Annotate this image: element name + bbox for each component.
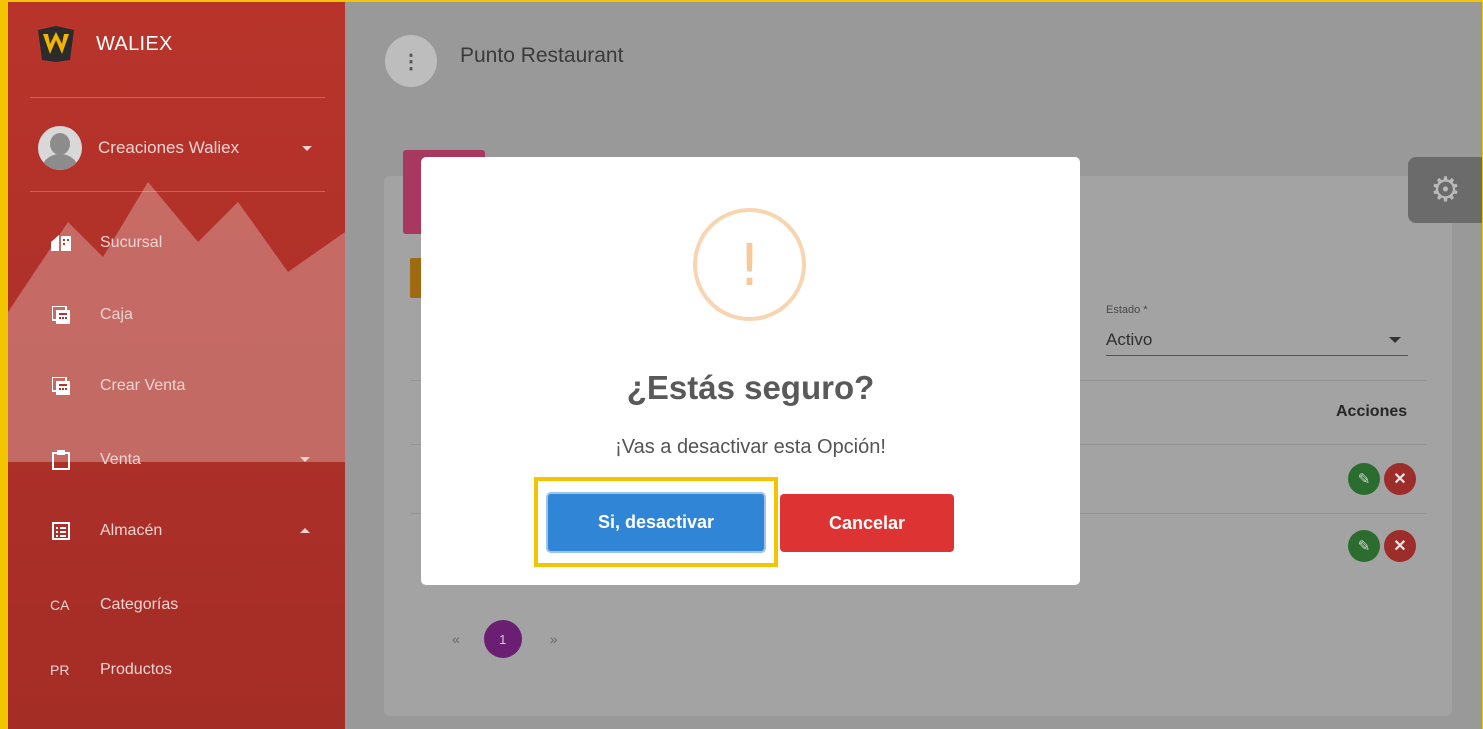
- edit-button[interactable]: ✎: [1348, 463, 1380, 495]
- user-menu[interactable]: Creaciones Waliex: [38, 126, 318, 170]
- sidebar-item-almacen[interactable]: Almacén: [50, 516, 320, 546]
- sidebar-item-label: Crear Venta: [100, 377, 186, 394]
- gear-icon: ⚙: [1430, 171, 1461, 209]
- warning-icon: !: [693, 208, 806, 321]
- chevron-down-icon[interactable]: [1389, 337, 1401, 343]
- divider: [30, 97, 325, 98]
- sidebar-item-crear-venta[interactable]: Crear Venta: [50, 371, 320, 401]
- select-underline: [1106, 355, 1408, 356]
- avatar: [38, 126, 82, 170]
- sidebar-item-label: Categorías: [100, 596, 179, 613]
- clipboard-icon: [50, 449, 72, 471]
- pencil-icon: ✎: [1357, 471, 1371, 488]
- sidebar-item-label: Caja: [100, 306, 133, 323]
- delete-button[interactable]: ✕: [1384, 463, 1416, 495]
- pagination-next[interactable]: »: [550, 631, 558, 647]
- sidebar-item-categorias[interactable]: CA Categorías: [50, 590, 320, 620]
- store-icon: [50, 232, 72, 254]
- pagination: « 1 »: [452, 620, 558, 658]
- more-menu-button[interactable]: ⋮: [385, 35, 437, 87]
- sidebar-item-productos[interactable]: PR Productos: [50, 655, 320, 685]
- sidebar-item-abbr: PR: [50, 662, 70, 678]
- pagination-page[interactable]: 1: [483, 620, 522, 658]
- sidebar-item-abbr: CA: [50, 597, 70, 613]
- chevron-down-icon: [302, 146, 312, 151]
- more-vertical-icon: ⋮: [401, 50, 421, 73]
- brand[interactable]: WALIEX: [34, 24, 173, 64]
- sidebar-item-label: Productos: [100, 661, 173, 678]
- sidebar-item-sucursal[interactable]: Sucursal: [50, 228, 320, 258]
- chevron-down-icon: [300, 457, 310, 462]
- calculator-icon: [50, 304, 72, 326]
- user-name: Creaciones Waliex: [98, 138, 240, 157]
- edit-button[interactable]: ✎: [1348, 530, 1380, 562]
- close-icon: ✕: [1393, 471, 1407, 488]
- delete-button[interactable]: ✕: [1384, 530, 1416, 562]
- estado-label: Estado *: [1106, 304, 1148, 316]
- divider: [30, 191, 325, 192]
- confirm-deactivate-button[interactable]: Si, desactivar: [546, 492, 766, 553]
- sidebar: WALIEX Creaciones Waliex Sucursal Caja C…: [8, 2, 345, 729]
- cancel-button[interactable]: Cancelar: [780, 494, 954, 552]
- calculator-icon: [50, 375, 72, 397]
- sidebar-item-venta[interactable]: Venta: [50, 445, 320, 475]
- page-title: Punto Restaurant: [460, 44, 624, 67]
- sidebar-item-caja[interactable]: Caja: [50, 300, 320, 330]
- sidebar-item-label: Venta: [100, 451, 141, 468]
- dialog-title: ¿Estás seguro?: [626, 369, 875, 406]
- dialog-message: ¡Vas a desactivar esta Opción!: [615, 436, 886, 458]
- waliex-logo-icon: [38, 26, 74, 62]
- chevron-up-icon: [300, 528, 310, 533]
- sidebar-item-label: Sucursal: [100, 234, 163, 251]
- settings-button[interactable]: ⚙: [1408, 157, 1483, 223]
- sidebar-item-label: Almacén: [100, 522, 163, 539]
- brand-name: WALIEX: [96, 32, 173, 55]
- pagination-prev[interactable]: «: [452, 631, 460, 647]
- column-header-acciones: Acciones: [1336, 403, 1408, 420]
- pencil-icon: ✎: [1357, 538, 1371, 555]
- estado-select[interactable]: Activo: [1106, 330, 1152, 350]
- list-icon: [50, 520, 72, 542]
- close-icon: ✕: [1393, 538, 1407, 555]
